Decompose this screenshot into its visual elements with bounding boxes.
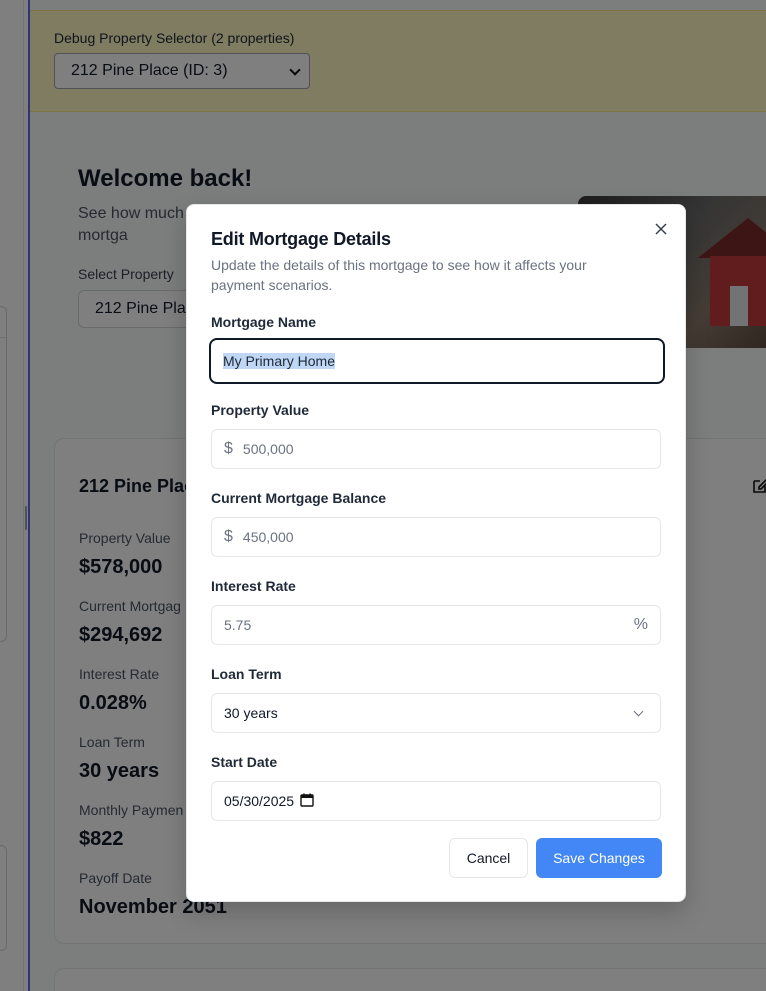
dollar-prefix: $ <box>224 440 233 457</box>
interest-rate-placeholder: 5.75 <box>224 617 252 633</box>
loan-term-select[interactable]: 30 years <box>211 693 661 733</box>
chevron-down-icon <box>633 706 644 717</box>
modal-title: Edit Mortgage Details <box>211 229 391 249</box>
mortgage-name-label: Mortgage Name <box>211 314 317 330</box>
interest-rate-input[interactable]: 5.75 % <box>211 605 661 645</box>
loan-term-label: Loan Term <box>211 666 282 682</box>
edit-mortgage-modal: Edit Mortgage Details Update the details… <box>186 204 686 902</box>
interest-rate-label: Interest Rate <box>211 578 296 594</box>
percent-suffix: % <box>633 616 648 633</box>
close-icon[interactable] <box>653 221 669 237</box>
property-value-input[interactable]: $ 500,000 <box>211 429 661 469</box>
loan-term-value: 30 years <box>224 705 278 721</box>
start-date-input[interactable]: 05/30/2025 <box>211 781 661 821</box>
mortgage-balance-placeholder: 450,000 <box>242 529 294 545</box>
mortgage-balance-input[interactable]: $ 450,000 <box>211 517 661 557</box>
mortgage-balance-label: Current Mortgage Balance <box>211 490 387 506</box>
save-changes-button[interactable]: Save Changes <box>536 838 662 878</box>
modal-description: Update the details of this mortgage to s… <box>211 257 587 293</box>
property-value-label: Property Value <box>211 402 310 418</box>
mortgage-name-input[interactable]: My Primary Home <box>209 338 665 384</box>
cancel-button[interactable]: Cancel <box>449 838 528 878</box>
start-date-label: Start Date <box>211 754 278 770</box>
start-date-value: 05/30/2025 <box>224 793 295 809</box>
calendar-icon[interactable] <box>300 793 314 810</box>
dollar-prefix: $ <box>224 528 233 545</box>
mortgage-name-value: My Primary Home <box>223 353 336 369</box>
property-value-placeholder: 500,000 <box>242 441 294 457</box>
